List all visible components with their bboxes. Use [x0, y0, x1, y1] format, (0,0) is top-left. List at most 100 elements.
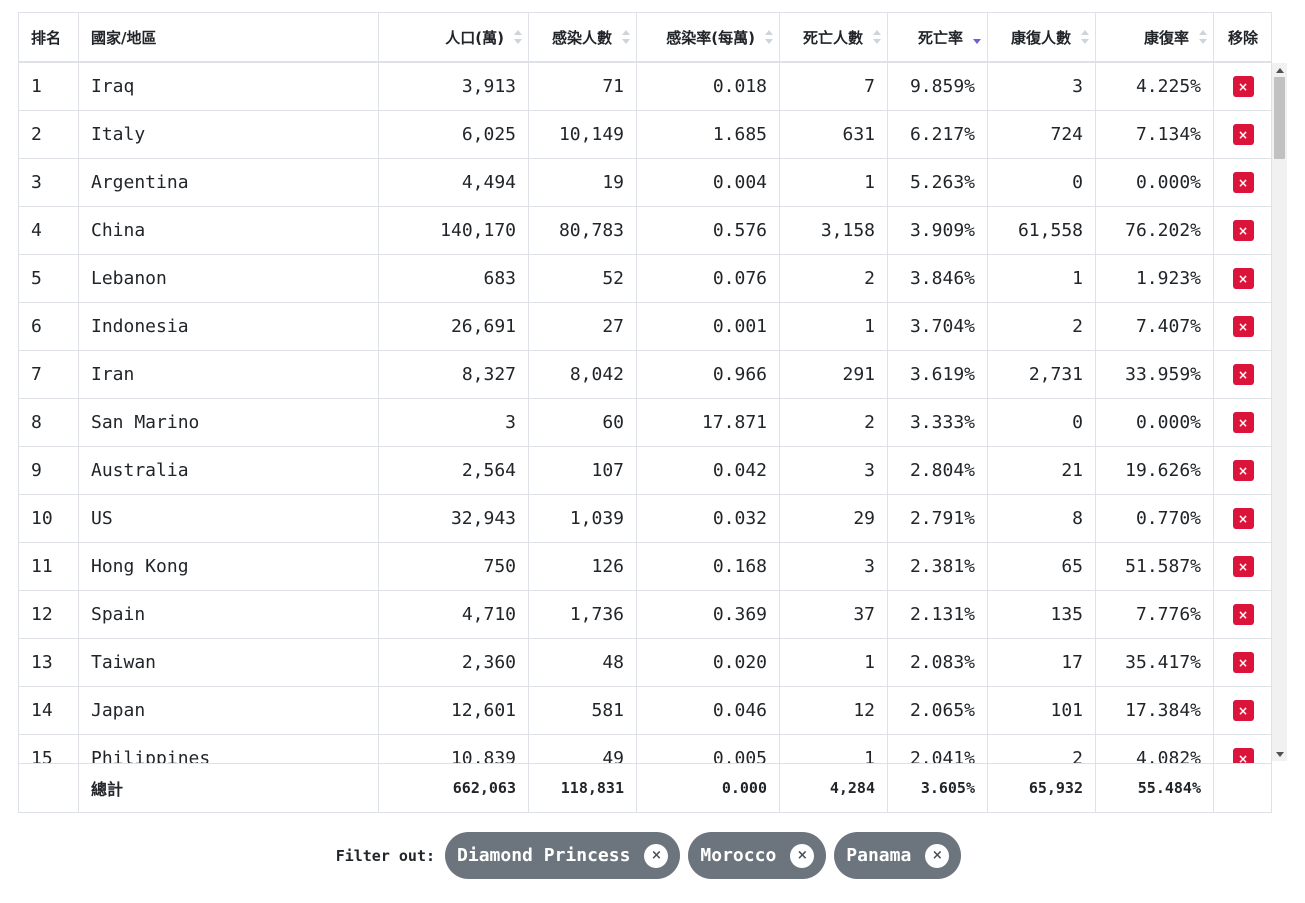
- remove-row-button[interactable]: ×: [1232, 556, 1254, 577]
- remove-row-button[interactable]: ×: [1232, 364, 1254, 385]
- rank-cell: 9: [19, 447, 79, 494]
- header-recovered[interactable]: 康復人數: [988, 13, 1096, 61]
- recovery-rate-cell: 7.407%: [1096, 303, 1214, 350]
- remove-row-button[interactable]: ×: [1232, 268, 1254, 289]
- infection-rate-cell: 0.966: [637, 351, 780, 398]
- recovered-cell: 3: [988, 63, 1096, 110]
- infected-cell: 60: [529, 399, 637, 446]
- death-rate-cell: 3.704%: [888, 303, 988, 350]
- infected-cell: 49: [529, 735, 637, 763]
- infection-rate-cell: 0.576: [637, 207, 780, 254]
- table-row: 2 Italy 6,025 10,149 1.685 631 6.217% 724 7.134%…: [19, 111, 1271, 159]
- population-cell: 10,839: [379, 735, 529, 763]
- country-cell: Japan: [79, 687, 379, 734]
- recovered-cell: 61,558: [988, 207, 1096, 254]
- table-body-viewport[interactable]: 1 Iraq 3,913 71 0.018 7 9.859% 3 4.225% × 2 Italy 6,…: [19, 63, 1271, 763]
- remove-cell: ×: [1214, 591, 1271, 638]
- infected-cell: 52: [529, 255, 637, 302]
- infection-rate-cell: 0.032: [637, 495, 780, 542]
- remove-row-button[interactable]: ×: [1232, 172, 1254, 193]
- deaths-cell: 2: [780, 255, 888, 302]
- close-icon[interactable]: ×: [644, 843, 669, 868]
- population-cell: 32,943: [379, 495, 529, 542]
- recovery-rate-cell: 76.202%: [1096, 207, 1214, 254]
- header-infected[interactable]: 感染人數: [529, 13, 637, 61]
- remove-row-button[interactable]: ×: [1232, 700, 1254, 721]
- deaths-cell: 3,158: [780, 207, 888, 254]
- remove-row-button[interactable]: ×: [1232, 748, 1254, 763]
- remove-row-button[interactable]: ×: [1232, 76, 1254, 97]
- deaths-cell: 1: [780, 639, 888, 686]
- remove-cell: ×: [1214, 111, 1271, 158]
- infected-cell: 1,039: [529, 495, 637, 542]
- sort-icon[interactable]: [514, 30, 522, 44]
- remove-row-button[interactable]: ×: [1232, 604, 1254, 625]
- totals-population: 662,063: [379, 764, 529, 812]
- totals-death-rate: 3.605%: [888, 764, 988, 812]
- recovery-rate-cell: 0.000%: [1096, 159, 1214, 206]
- deaths-cell: 631: [780, 111, 888, 158]
- deaths-cell: 1: [780, 303, 888, 350]
- header-row: 排名 國家/地區 人口(萬) 感染人數 感染率(每萬) 死亡人數 死亡率 康復人數 康復率 移除: [19, 13, 1271, 63]
- filter-chip: Morocco ×: [688, 832, 827, 879]
- recovery-rate-cell: 19.626%: [1096, 447, 1214, 494]
- close-icon[interactable]: ×: [790, 843, 815, 868]
- header-label: 移除: [1227, 28, 1258, 47]
- header-infection-rate[interactable]: 感染率(每萬): [637, 13, 780, 61]
- recovered-cell: 2: [988, 735, 1096, 763]
- filter-chips: Diamond Princess × Morocco × Panama ×: [445, 832, 969, 879]
- rank-cell: 12: [19, 591, 79, 638]
- country-cell: US: [79, 495, 379, 542]
- scroll-down-icon[interactable]: [1272, 747, 1287, 761]
- table-body: 1 Iraq 3,913 71 0.018 7 9.859% 3 4.225% × 2 Italy 6,…: [19, 63, 1271, 763]
- remove-row-button[interactable]: ×: [1232, 412, 1254, 433]
- remove-row-button[interactable]: ×: [1232, 220, 1254, 241]
- scroll-thumb[interactable]: [1274, 77, 1285, 159]
- country-cell: Australia: [79, 447, 379, 494]
- scroll-up-icon[interactable]: [1272, 63, 1287, 77]
- population-cell: 2,564: [379, 447, 529, 494]
- country-cell: Spain: [79, 591, 379, 638]
- header-recovery-rate[interactable]: 康復率: [1096, 13, 1214, 61]
- remove-row-button[interactable]: ×: [1232, 124, 1254, 145]
- death-rate-cell: 6.217%: [888, 111, 988, 158]
- header-deaths[interactable]: 死亡人數: [780, 13, 888, 61]
- death-rate-cell: 2.804%: [888, 447, 988, 494]
- sort-icon[interactable]: [1199, 30, 1207, 44]
- recovery-rate-cell: 51.587%: [1096, 543, 1214, 590]
- country-cell: Iran: [79, 351, 379, 398]
- remove-row-button[interactable]: ×: [1232, 652, 1254, 673]
- remove-cell: ×: [1214, 399, 1271, 446]
- sort-icon[interactable]: [622, 30, 630, 44]
- header-label: 感染人數: [551, 28, 612, 47]
- filter-bar: Filter out: Diamond Princess × Morocco × Pan…: [0, 832, 1305, 879]
- remove-row-button[interactable]: ×: [1232, 508, 1254, 529]
- table-row: 6 Indonesia 26,691 27 0.001 1 3.704% 2 7.407% ×: [19, 303, 1271, 351]
- recovery-rate-cell: 4.082%: [1096, 735, 1214, 763]
- table-row: 4 China 140,170 80,783 0.576 3,158 3.909% 61,55…: [19, 207, 1271, 255]
- sort-icon[interactable]: [1081, 30, 1089, 44]
- close-icon[interactable]: ×: [925, 843, 950, 868]
- table-scrollbar[interactable]: [1272, 63, 1287, 761]
- sort-icon[interactable]: [873, 30, 881, 44]
- rank-cell: 15: [19, 735, 79, 763]
- deaths-cell: 291: [780, 351, 888, 398]
- header-label: 排名: [31, 28, 62, 47]
- deaths-cell: 1: [780, 159, 888, 206]
- remove-row-button[interactable]: ×: [1232, 460, 1254, 481]
- recovered-cell: 724: [988, 111, 1096, 158]
- death-rate-cell: 2.065%: [888, 687, 988, 734]
- recovered-cell: 101: [988, 687, 1096, 734]
- remove-cell: ×: [1214, 639, 1271, 686]
- remove-row-button[interactable]: ×: [1232, 316, 1254, 337]
- table-header: 排名 國家/地區 人口(萬) 感染人數 感染率(每萬) 死亡人數 死亡率 康復人數 康復率 移除: [19, 13, 1271, 63]
- header-population[interactable]: 人口(萬): [379, 13, 529, 61]
- remove-cell: ×: [1214, 447, 1271, 494]
- header-death-rate[interactable]: 死亡率: [888, 13, 988, 61]
- header-label: 感染率(每萬): [666, 28, 755, 47]
- sort-icon[interactable]: [765, 30, 773, 44]
- sort-desc-icon[interactable]: [973, 30, 981, 44]
- rank-cell: 13: [19, 639, 79, 686]
- death-rate-cell: 3.846%: [888, 255, 988, 302]
- infection-rate-cell: 0.004: [637, 159, 780, 206]
